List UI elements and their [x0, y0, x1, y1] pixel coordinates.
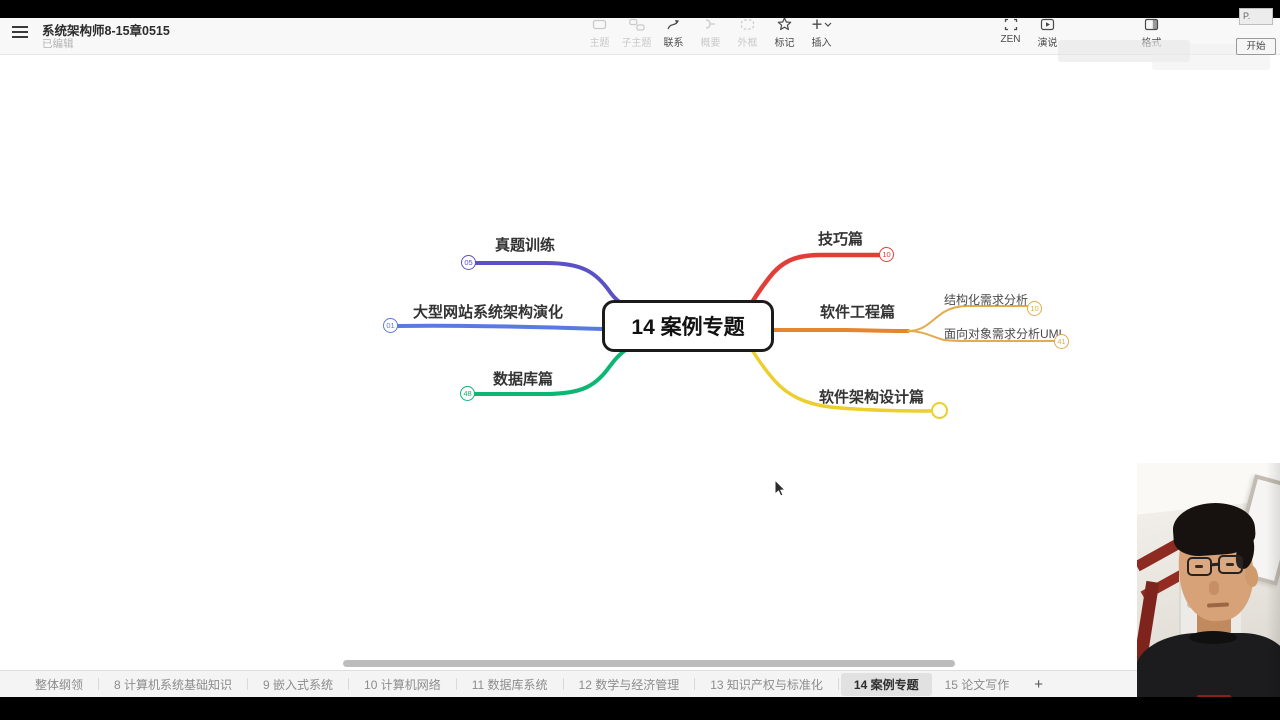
tab-separator	[247, 678, 249, 690]
marker-star-icon	[766, 16, 803, 32]
app-window: 系统架构师8-15章0515 已编辑 主题 子主题 联系 概要 外框 标记 插入…	[0, 0, 1280, 720]
topic-mianxiang[interactable]: 面向对象需求分析UML	[944, 325, 1065, 342]
collapse-badge[interactable]	[931, 402, 948, 419]
insert-plus-icon	[803, 16, 840, 32]
central-topic[interactable]: 14 案例专题	[602, 300, 774, 352]
sheet-tab[interactable]: 11 数据库系统	[459, 673, 561, 696]
play-icon	[1029, 16, 1066, 32]
tab-separator	[694, 678, 696, 690]
tab-separator	[455, 678, 457, 690]
zen-icon	[992, 16, 1029, 32]
person-nose-shadow	[1209, 581, 1219, 595]
branch-line-daxing	[396, 323, 605, 331]
mouse-cursor	[774, 479, 787, 497]
person-collar-shadow	[1189, 631, 1237, 644]
sheet-tab[interactable]: 15 论文写作	[932, 673, 1023, 696]
sheet-tab[interactable]: 整体纲领	[22, 673, 96, 696]
mindmap-branch-lines	[396, 252, 1055, 413]
insert-button[interactable]: 插入	[803, 16, 840, 49]
boundary-button[interactable]: 外框	[729, 16, 766, 49]
tab-separator	[837, 678, 839, 690]
topic-jiegouhua[interactable]: 结构化需求分析	[944, 291, 1028, 308]
top-letterbox-bar	[0, 0, 1280, 18]
topic-jiagou[interactable]: 软件架构设计篇	[819, 386, 924, 407]
relationship-icon	[655, 16, 692, 32]
sheet-tab[interactable]: 8 计算机系统基础知识	[101, 673, 245, 696]
cam-edge-shade	[1266, 463, 1280, 720]
topic-button[interactable]: 主题	[581, 16, 618, 49]
summary-icon	[692, 16, 729, 32]
sheet-tab[interactable]: 12 数学与经济管理	[566, 673, 693, 696]
person-eye	[1226, 563, 1234, 566]
sheet-tab[interactable]: 9 嵌入式系统	[250, 673, 346, 696]
sheet-tab[interactable]: 10 计算机网络	[351, 673, 454, 696]
sheet-tab[interactable]: 13 知识产权与标准化	[697, 673, 836, 696]
toolbar-right: ZEN 演说	[992, 16, 1066, 49]
topic-zhenti[interactable]: 真题训练	[495, 234, 555, 255]
sheet-tab-bar: 整体纲领 8 计算机系统基础知识 9 嵌入式系统 10 计算机网络 11 数据库…	[0, 670, 1280, 697]
collapse-badge[interactable]: 41	[1054, 334, 1069, 349]
topic-shujuku[interactable]: 数据库篇	[493, 368, 553, 389]
branch-line-ruangong	[770, 328, 910, 333]
collapse-badge[interactable]: 10	[1027, 301, 1042, 316]
sheet-tab-active[interactable]: 14 案例专题	[840, 672, 932, 696]
relationship-button[interactable]: 联系	[655, 16, 692, 49]
subtopic-button[interactable]: 子主题	[618, 16, 655, 49]
tab-separator	[562, 678, 564, 690]
topic-jiqiao[interactable]: 技巧篇	[818, 228, 863, 249]
bottom-letterbox-bar	[0, 697, 1280, 720]
collapse-badge[interactable]: 10	[879, 247, 894, 262]
recorder-start-button[interactable]: 开始	[1236, 38, 1276, 55]
collapse-badge[interactable]: 48	[460, 386, 475, 401]
topic-ruangong[interactable]: 软件工程篇	[820, 301, 895, 322]
boundary-icon	[729, 16, 766, 32]
topic-icon	[581, 16, 618, 32]
document-status: 已编辑	[42, 38, 74, 50]
zen-button[interactable]: ZEN	[992, 16, 1029, 45]
horizontal-scrollbar[interactable]	[343, 660, 955, 667]
menu-icon[interactable]	[12, 26, 28, 38]
recorder-field[interactable]: P.	[1239, 8, 1273, 25]
tab-separator	[348, 678, 350, 690]
topic-daxing[interactable]: 大型网站系统架构演化	[413, 301, 563, 322]
marker-button[interactable]: 标记	[766, 16, 803, 49]
add-sheet-button[interactable]: +	[1022, 676, 1055, 693]
summary-button[interactable]: 概要	[692, 16, 729, 49]
branch-line-zhenti	[474, 261, 629, 308]
branch-line-jiqiao	[747, 252, 882, 309]
person-eye	[1195, 565, 1203, 568]
format-panel-icon	[1133, 16, 1170, 32]
tab-separator	[98, 678, 100, 690]
collapse-badge[interactable]: 05	[461, 255, 476, 270]
subtopic-icon	[618, 16, 655, 32]
toolbar-center: 主题 子主题 联系 概要 外框 标记 插入	[581, 16, 840, 49]
webcam-overlay	[1137, 463, 1280, 720]
collapse-badge[interactable]: 01	[383, 318, 398, 333]
